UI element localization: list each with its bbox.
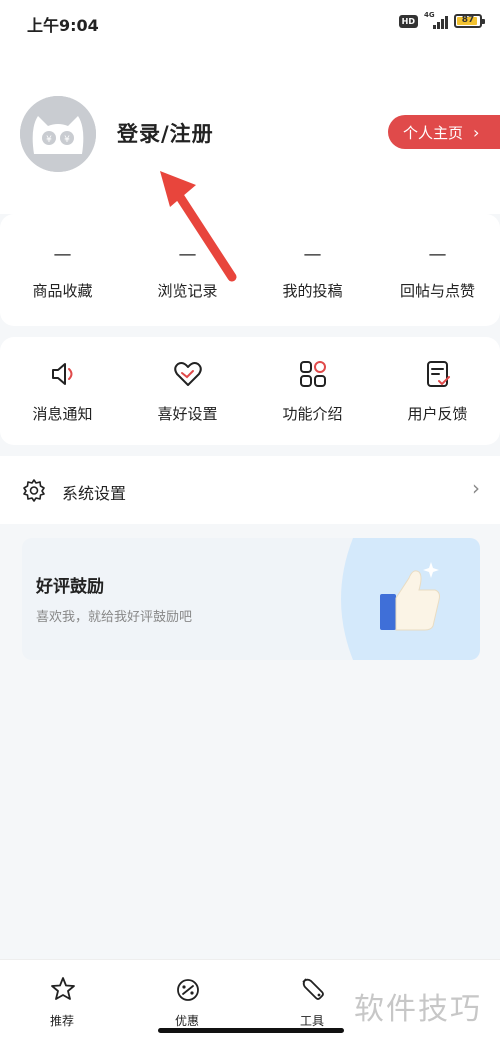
system-settings-row[interactable]: 系统设置 › <box>0 456 500 524</box>
stat-label: 我的投稿 <box>282 282 343 300</box>
feature-label: 用户反馈 <box>407 405 468 423</box>
rating-card[interactable]: 好评鼓励 喜欢我，就给我好评鼓励吧 <box>22 538 480 660</box>
system-settings-label: 系统设置 <box>62 484 127 503</box>
rating-title: 好评鼓励 <box>36 577 104 597</box>
tab-tools[interactable]: 工具 <box>272 968 352 1028</box>
battery-level: 87 <box>461 15 475 25</box>
stat-replies-likes[interactable]: — 回帖与点赞 <box>375 214 500 326</box>
feature-feedback[interactable]: 用户反馈 <box>375 337 500 445</box>
grid-icon <box>300 361 326 387</box>
feature-introduction[interactable]: 功能介绍 <box>250 337 375 445</box>
home-indicator[interactable] <box>158 1028 344 1033</box>
feature-label: 消息通知 <box>32 405 93 423</box>
status-bar: 上午9:04 HD 4G 87 <box>0 0 500 44</box>
tab-label: 推荐 <box>49 1014 74 1028</box>
heart-icon <box>174 362 202 386</box>
coupon-icon <box>177 979 199 1001</box>
stat-value: — <box>303 244 322 265</box>
rating-subtitle: 喜欢我，就给我好评鼓励吧 <box>36 610 193 625</box>
stat-favorites[interactable]: — 商品收藏 <box>0 214 125 326</box>
chevron-right-icon: › <box>472 476 480 500</box>
watermark: 软件技巧 <box>354 992 482 1027</box>
stat-label: 浏览记录 <box>157 282 218 300</box>
stat-value: — <box>178 244 197 265</box>
tab-label: 优惠 <box>174 1014 199 1028</box>
stat-history[interactable]: — 浏览记录 <box>125 214 250 326</box>
feature-notifications[interactable]: 消息通知 <box>0 337 125 445</box>
svg-text:¥: ¥ <box>46 135 52 145</box>
feature-preferences[interactable]: 喜好设置 <box>125 337 250 445</box>
hd-icon: HD <box>398 14 418 28</box>
stat-submissions[interactable]: — 我的投稿 <box>250 214 375 326</box>
star-icon <box>51 977 75 1000</box>
thumbs-up-icon <box>341 538 480 660</box>
avatar[interactable]: ¥ ¥ <box>20 96 96 172</box>
features-card: 消息通知 喜好设置 功能介绍 用户反馈 <box>0 337 500 445</box>
stat-value: — <box>53 244 72 265</box>
status-time: 上午9:04 <box>27 16 99 35</box>
stats-card: — 商品收藏 — 浏览记录 — 我的投稿 — 回帖与点赞 <box>0 214 500 326</box>
login-register-link[interactable]: 登录/注册 <box>117 118 214 148</box>
stat-value: — <box>428 244 447 265</box>
tab-deals[interactable]: 优惠 <box>147 968 227 1028</box>
profile-home-label: 个人主页 <box>403 123 464 142</box>
speaker-icon <box>52 363 73 385</box>
tab-recommend[interactable]: 推荐 <box>22 968 102 1028</box>
stat-label: 回帖与点赞 <box>399 282 475 300</box>
gear-icon <box>23 479 45 502</box>
signal-icon: 4G <box>424 11 448 29</box>
battery-icon: 87 <box>454 14 485 28</box>
cat-avatar-icon: ¥ ¥ <box>20 96 96 172</box>
tab-label: 工具 <box>299 1014 324 1028</box>
svg-text:¥: ¥ <box>64 135 70 145</box>
status-icons: HD 4G 87 <box>398 11 485 29</box>
profile-home-button[interactable]: 个人主页 › <box>388 115 500 149</box>
stat-label: 商品收藏 <box>32 282 93 300</box>
feedback-icon <box>427 361 450 387</box>
chevron-right-icon: › <box>473 122 480 142</box>
feature-label: 功能介绍 <box>282 405 343 423</box>
feature-label: 喜好设置 <box>157 405 218 423</box>
wrench-icon <box>302 978 324 1000</box>
